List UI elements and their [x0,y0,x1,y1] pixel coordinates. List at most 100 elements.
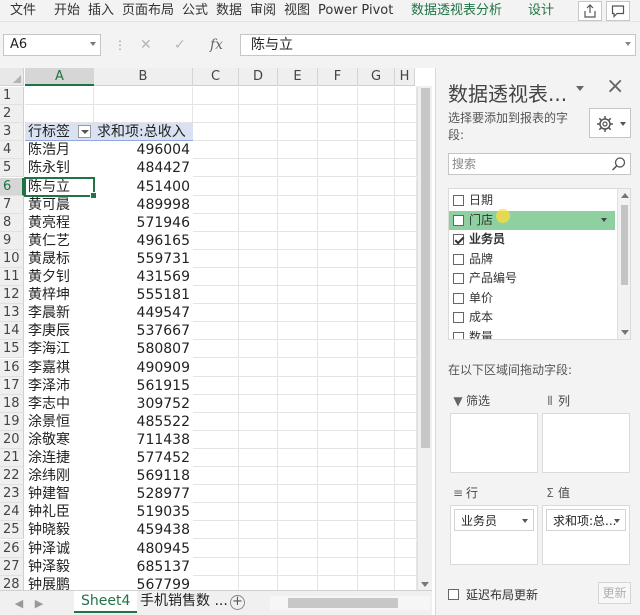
empty-cell[interactable] [358,376,395,395]
empty-cell[interactable] [395,177,417,196]
field-checkbox[interactable] [453,253,464,265]
row-header[interactable]: 3 [0,123,24,142]
scroll-thumb[interactable] [421,88,430,448]
salesperson-cell[interactable]: 陈浩月 [25,141,94,159]
salesperson-cell[interactable]: 李泽沛 [25,377,94,395]
empty-cell[interactable] [278,340,318,359]
total-revenue-cell[interactable]: 559731 [94,250,193,268]
field-checkbox[interactable] [453,214,464,226]
horizontal-scrollbar[interactable] [270,596,430,610]
total-revenue-cell[interactable]: 685137 [94,558,193,576]
expand-formula-icon[interactable] [625,42,631,46]
empty-cell[interactable] [239,340,278,359]
total-revenue-cell[interactable]: 431569 [94,268,193,286]
update-button[interactable]: 更新 [598,582,631,604]
empty-cell[interactable] [395,358,417,377]
salesperson-cell[interactable]: 李嘉祺 [25,359,94,377]
empty-cell[interactable] [193,539,239,558]
empty-cell[interactable] [318,159,358,178]
empty-cell[interactable] [193,467,239,486]
empty-cell[interactable] [358,213,395,232]
salesperson-cell[interactable]: 钟礼臣 [25,503,94,521]
empty-cell[interactable] [395,141,417,160]
empty-cell[interactable] [278,159,318,178]
empty-cell[interactable] [278,231,318,250]
tab-data[interactable]: 数据 [216,2,242,20]
empty-cell[interactable] [239,231,278,250]
empty-cell[interactable] [239,177,278,196]
empty-cell[interactable] [239,249,278,268]
column-header-b[interactable]: B [94,68,193,86]
vertical-scrollbar[interactable] [417,86,432,590]
empty-cell[interactable] [193,268,239,286]
total-revenue-cell[interactable]: 537667 [94,322,193,340]
salesperson-cell[interactable]: 黄晟标 [25,250,94,268]
empty-cell[interactable] [395,430,417,449]
column-header-f[interactable]: F [318,68,358,86]
tab-review[interactable]: 审阅 [250,2,276,20]
empty-cell[interactable] [193,412,239,431]
column-header-e[interactable]: E [278,68,318,86]
empty-cell[interactable] [318,394,358,413]
empty-cell[interactable] [239,412,278,431]
salesperson-cell[interactable]: 黄亮程 [25,214,94,232]
empty-cell[interactable] [239,539,278,558]
column-header-d[interactable]: D [239,68,278,86]
empty-cell[interactable] [278,249,318,268]
total-revenue-cell[interactable]: 485522 [94,413,193,431]
salesperson-cell[interactable]: 涂纬刚 [25,467,94,485]
empty-cell[interactable] [278,539,318,558]
empty-cell[interactable] [318,449,358,467]
tab-insert[interactable]: 插入 [88,2,114,20]
tab-formulas[interactable]: 公式 [182,2,208,20]
empty-cell[interactable] [278,322,318,341]
empty-cell[interactable] [395,467,417,486]
empty-cell[interactable] [193,304,239,323]
row-header[interactable]: 18 [0,394,24,413]
tab-design[interactable]: 设计 [528,2,554,20]
worksheet-grid[interactable]: ABCDEFGH 1 2 3 行标签 求和项:总收入 4 陈浩月 496004 5 陈永钊 4844… [0,68,432,590]
empty-cell[interactable] [239,286,278,305]
empty-cell[interactable] [318,87,358,105]
empty-cell[interactable] [239,575,278,590]
empty-cell[interactable] [94,87,193,105]
empty-cell[interactable] [278,268,318,286]
total-revenue-cell[interactable]: 571946 [94,214,193,232]
total-revenue-cell[interactable]: 451400 [94,178,193,196]
empty-cell[interactable] [239,123,278,142]
empty-cell[interactable] [239,322,278,341]
empty-cell[interactable] [358,231,395,250]
next-sheet-icon[interactable]: ▶ [32,597,46,611]
empty-cell[interactable] [318,141,358,160]
chevron-down-icon[interactable] [90,42,96,46]
empty-cell[interactable] [395,394,417,413]
salesperson-cell[interactable]: 陈永钊 [25,159,94,177]
empty-cell[interactable] [318,123,358,142]
salesperson-cell[interactable]: 钟建智 [25,485,94,503]
empty-cell[interactable] [278,358,318,377]
empty-cell[interactable] [358,249,395,268]
comments-icon[interactable] [606,1,630,21]
empty-cell[interactable] [193,485,239,504]
field-settings-button[interactable] [589,108,631,138]
prev-sheet-icon[interactable]: ◀ [12,597,26,611]
salesperson-cell[interactable]: 钟晓毅 [25,521,94,539]
empty-cell[interactable] [395,503,417,522]
empty-cell[interactable] [358,322,395,341]
empty-cell[interactable] [193,159,239,178]
select-all-corner[interactable] [0,68,24,86]
empty-cell[interactable] [395,376,417,395]
empty-cell[interactable] [278,575,318,590]
field-scroll-thumb[interactable] [621,205,628,285]
field-checkbox[interactable] [453,292,464,304]
total-revenue-cell[interactable]: 569118 [94,467,193,485]
chevron-down-icon[interactable] [601,217,607,222]
row-header[interactable]: 16 [0,358,24,377]
empty-cell[interactable] [278,503,318,522]
empty-cell[interactable] [318,249,358,268]
filters-drop-area[interactable] [450,413,538,473]
empty-cell[interactable] [239,557,278,576]
empty-cell[interactable] [318,376,358,395]
enter-icon[interactable]: ✓ [174,34,186,56]
empty-cell[interactable] [358,394,395,413]
